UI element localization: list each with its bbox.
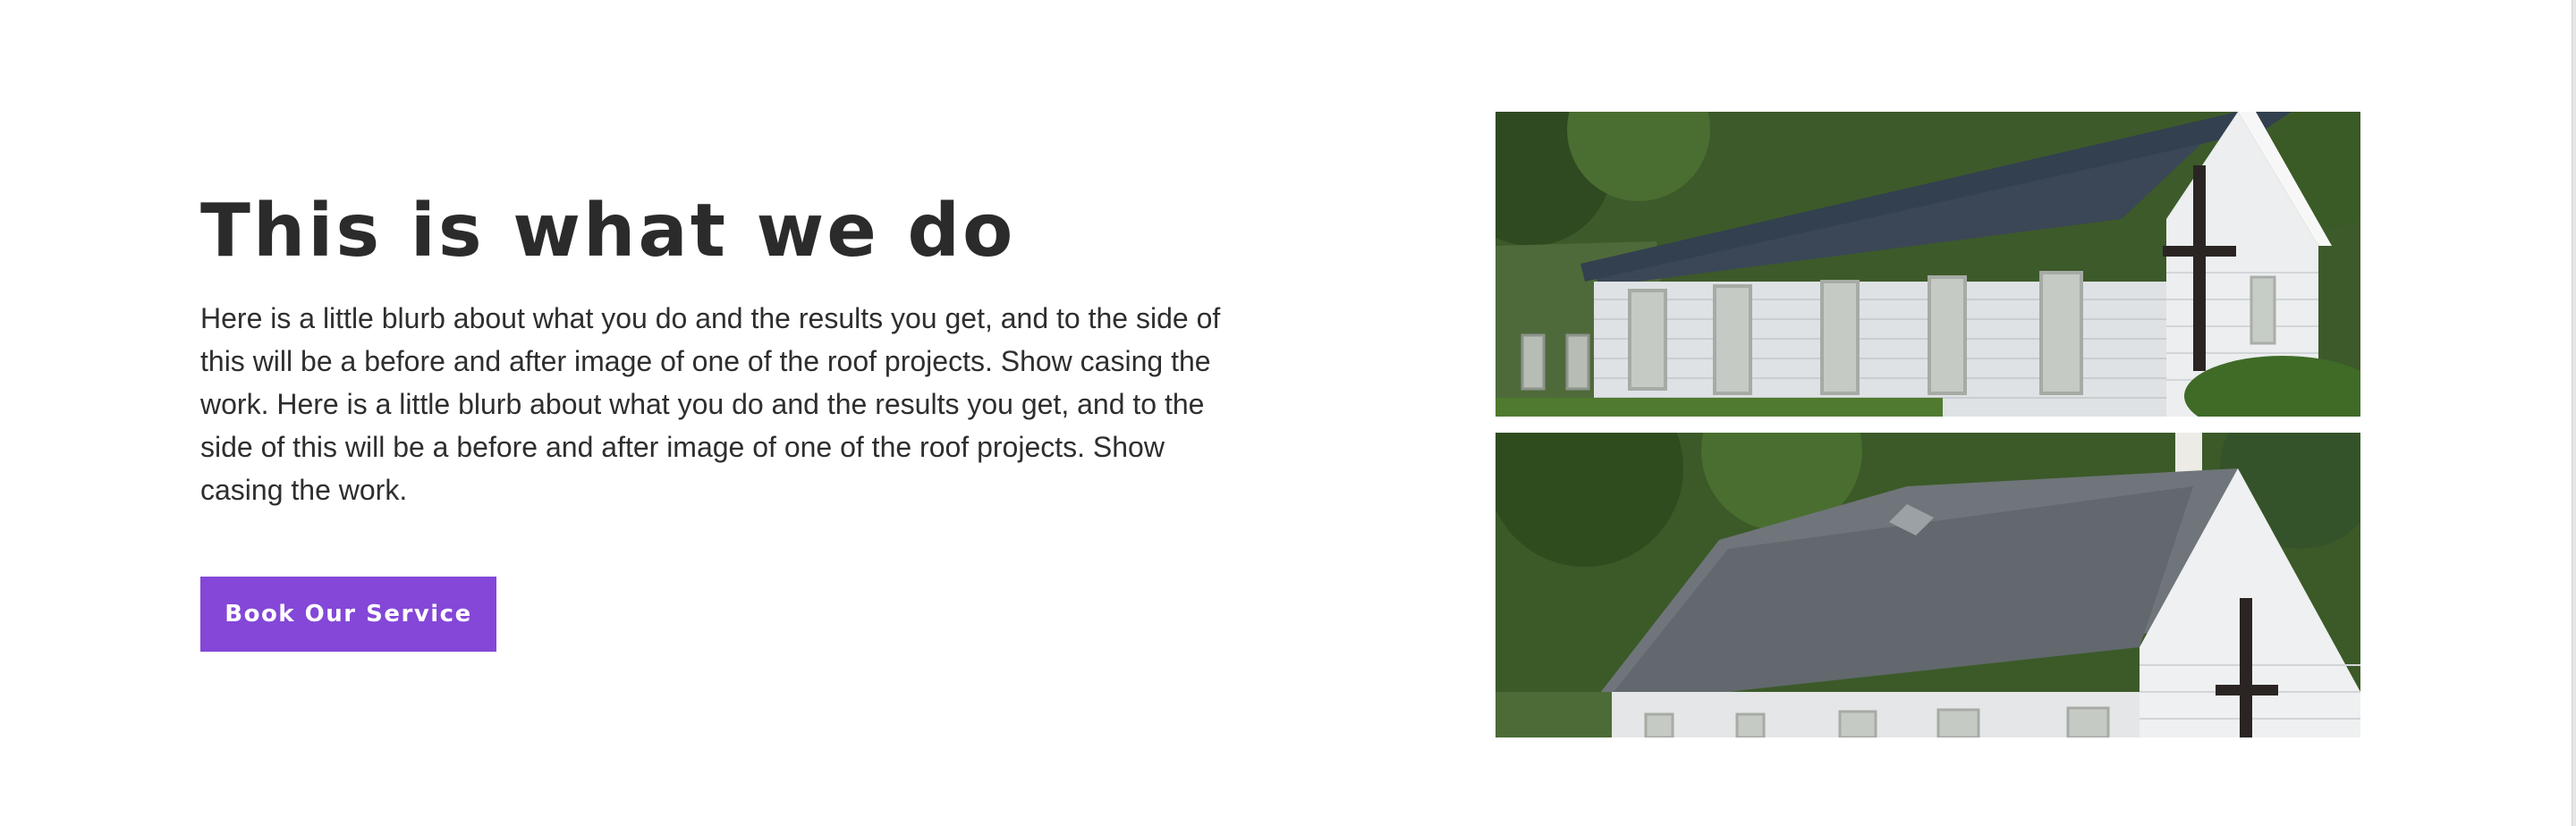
- section-heading: This is what we do: [200, 189, 1016, 274]
- intro-section: This is what we do Here is a little blur…: [200, 182, 1229, 511]
- before-roof-image: [1496, 112, 2360, 417]
- book-service-button[interactable]: Book Our Service: [200, 577, 496, 652]
- section-blurb: Here is a little blurb about what you do…: [200, 302, 1221, 506]
- page-scrollbar[interactable]: [2572, 0, 2576, 826]
- after-roof-image: [1496, 433, 2360, 738]
